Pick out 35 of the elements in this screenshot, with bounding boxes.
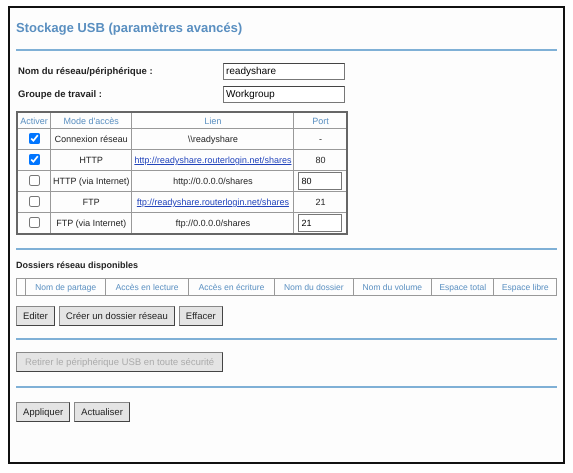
column-header: Activer (17, 112, 50, 128)
column-header: Mode d'accès (50, 112, 132, 128)
table-cell: Connexion réseau (50, 128, 132, 150)
checkbox[interactable] (28, 216, 40, 228)
table-cell: HTTP (50, 150, 132, 170)
table-cell: HTTP (via Internet) (50, 170, 132, 192)
button[interactable]: Effacer (178, 306, 223, 326)
column-header: Nom du volume (353, 278, 432, 296)
text-field[interactable]: Workgroup (223, 86, 345, 103)
button: Retirer le périphérique USB en toute sécurité (16, 352, 224, 372)
checkbox[interactable] (28, 154, 40, 164)
button[interactable]: Créer un dossier réseau (58, 306, 175, 326)
table-cell: FTP (50, 192, 132, 212)
button[interactable]: Actualiser (74, 402, 130, 422)
field-label: Nom du réseau/périphérique : (18, 66, 154, 77)
column-header: Accès en lecture (106, 278, 188, 296)
port-field[interactable]: 80 (298, 172, 342, 190)
port-field[interactable]: 21 (298, 214, 342, 232)
text-field[interactable]: readyshare (223, 63, 345, 80)
column-header: Espace total (431, 278, 494, 296)
button[interactable]: Editer (16, 306, 55, 326)
section-heading: Dossiers réseau disponibles (16, 259, 140, 272)
table-cell: http://0.0.0.0/shares (132, 170, 294, 192)
column-header: Accès en écriture (188, 278, 275, 296)
column-header: Nom du dossier (274, 278, 354, 296)
column-header: Espace libre (494, 278, 556, 296)
table-cell: \\readyshare (132, 128, 294, 150)
checkbox[interactable] (28, 174, 40, 186)
checkbox[interactable] (28, 196, 40, 206)
checkbox[interactable] (28, 132, 40, 144)
page-title: Stockage USB (paramètres avancés) (16, 19, 244, 37)
column-header: Lien (132, 112, 294, 128)
field-label: Groupe de travail : (18, 89, 103, 100)
column-header: Nom de partage (26, 278, 106, 296)
button[interactable]: Appliquer (16, 402, 70, 422)
